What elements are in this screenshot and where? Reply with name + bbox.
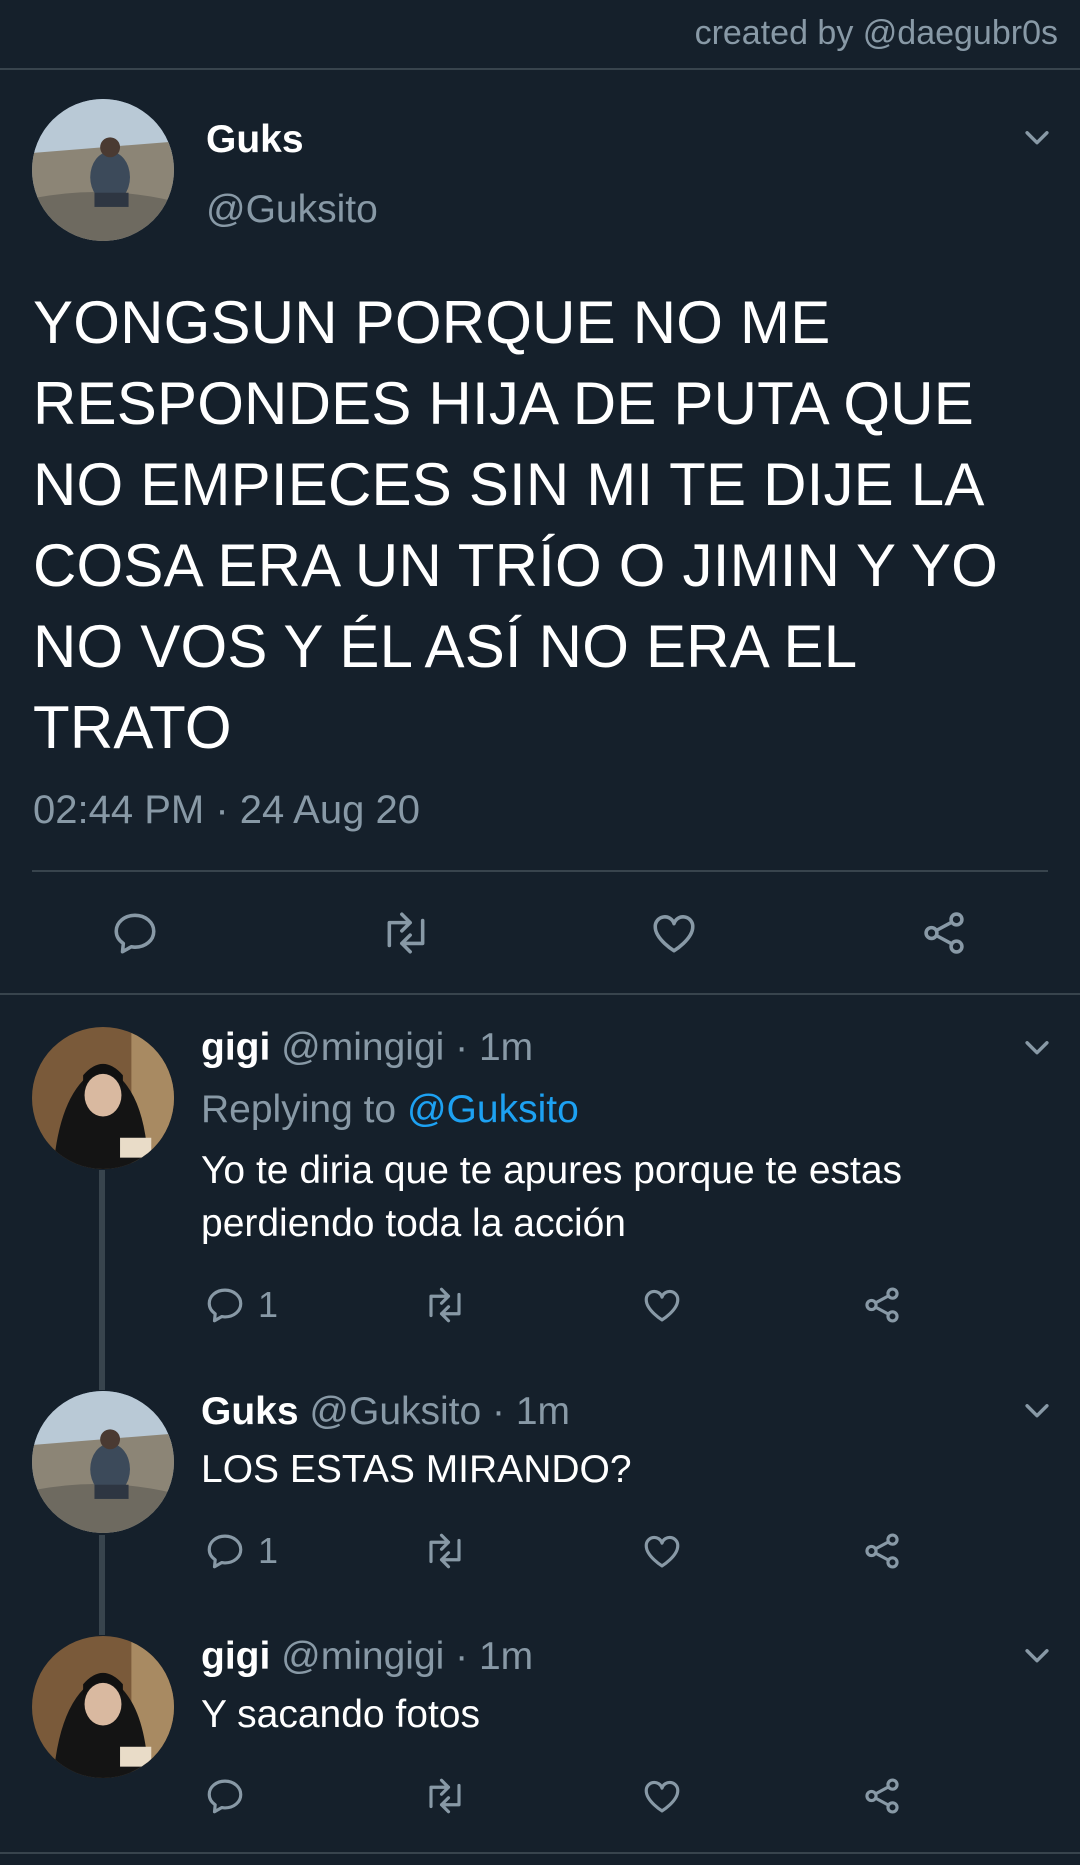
reply-name[interactable]: Guks	[201, 1390, 299, 1433]
reply-text: Y sacando fotos	[201, 1693, 480, 1736]
reply-button[interactable]: 1	[204, 1530, 278, 1572]
share-icon	[865, 1287, 899, 1323]
retweet-icon	[429, 1533, 461, 1569]
main-tweet-name[interactable]: Guks	[206, 118, 304, 162]
heart-icon	[653, 915, 695, 953]
reply-text: LOS ESTAS MIRANDO?	[201, 1448, 632, 1491]
divider	[32, 870, 1048, 872]
retweet-button[interactable]	[376, 908, 436, 958]
reply-button[interactable]	[110, 908, 160, 958]
thread-line	[99, 1170, 105, 1390]
like-button[interactable]	[640, 1284, 684, 1326]
reply-header: gigi @mingigi · 1m	[201, 1026, 533, 1070]
share-icon	[865, 1533, 899, 1569]
reply-icon	[207, 1534, 243, 1569]
chevron-down-icon[interactable]	[1020, 120, 1054, 154]
heart-icon	[644, 1780, 680, 1813]
share-icon	[865, 1778, 899, 1814]
chevron-down-icon[interactable]	[1020, 1393, 1054, 1427]
retweet-icon	[429, 1778, 461, 1814]
avatar-guks[interactable]	[32, 99, 174, 241]
avatar-gigi[interactable]	[32, 1636, 174, 1778]
divider	[0, 68, 1080, 70]
retweet-button[interactable]	[420, 1284, 470, 1326]
main-tweet-text: YONGSUN PORQUE NO ME RESPONDES HIJA DE P…	[33, 289, 998, 761]
share-button[interactable]	[860, 1284, 904, 1326]
share-button[interactable]	[860, 1775, 904, 1817]
replying-handle-link[interactable]: @Guksito	[407, 1088, 579, 1131]
like-button[interactable]	[648, 908, 700, 958]
reply-meta[interactable]: @mingigi · 1m	[281, 1026, 533, 1069]
divider	[0, 993, 1080, 995]
avatar-photo-beach	[32, 1391, 174, 1533]
reply-text: Yo te diria que te apures porque te esta…	[201, 1149, 903, 1245]
main-tweet-handle[interactable]: @Guksito	[206, 188, 378, 232]
reply-name[interactable]: gigi	[201, 1635, 270, 1678]
reply-button[interactable]: 1	[204, 1284, 278, 1326]
like-button[interactable]	[640, 1775, 684, 1817]
avatar-photo-hoodie	[32, 1636, 174, 1778]
reply-icon	[207, 1779, 243, 1814]
retweet-button[interactable]	[420, 1530, 470, 1572]
reply-icon	[207, 1288, 243, 1323]
divider	[0, 1852, 1080, 1854]
chevron-down-icon[interactable]	[1020, 1638, 1054, 1672]
avatar-guks[interactable]	[32, 1391, 174, 1533]
share-button[interactable]	[860, 1530, 904, 1572]
reply-meta[interactable]: @Guksito · 1m	[309, 1390, 570, 1433]
like-button[interactable]	[640, 1530, 684, 1572]
reply-count: 1	[258, 1530, 279, 1571]
reply-icon	[114, 913, 156, 954]
reply-meta[interactable]: @mingigi · 1m	[281, 1635, 533, 1678]
reply-header: gigi @mingigi · 1m	[201, 1635, 533, 1679]
retweet-icon	[429, 1287, 461, 1323]
avatar-gigi[interactable]	[32, 1027, 174, 1169]
chevron-down-icon[interactable]	[1020, 1030, 1054, 1064]
retweet-icon	[387, 912, 425, 954]
retweet-button[interactable]	[420, 1775, 470, 1817]
share-icon	[924, 912, 964, 954]
reply-button[interactable]	[204, 1775, 246, 1817]
credit-text: created by @daegubr0s	[694, 14, 1058, 52]
reply-header: Guks @Guksito · 1m	[201, 1390, 570, 1434]
reply-count: 1	[258, 1284, 279, 1325]
heart-icon	[644, 1535, 680, 1568]
main-tweet-timestamp[interactable]: 02:44 PM · 24 Aug 20	[33, 788, 420, 833]
avatar-photo-hoodie	[32, 1027, 174, 1169]
thread-line	[99, 1535, 105, 1635]
heart-icon	[644, 1289, 680, 1322]
share-button[interactable]	[918, 908, 970, 958]
reply-name[interactable]: gigi	[201, 1026, 270, 1069]
avatar-photo-beach	[32, 99, 174, 241]
replying-to: Replying to @Guksito	[201, 1088, 579, 1132]
replying-prefix: Replying to	[201, 1088, 407, 1131]
